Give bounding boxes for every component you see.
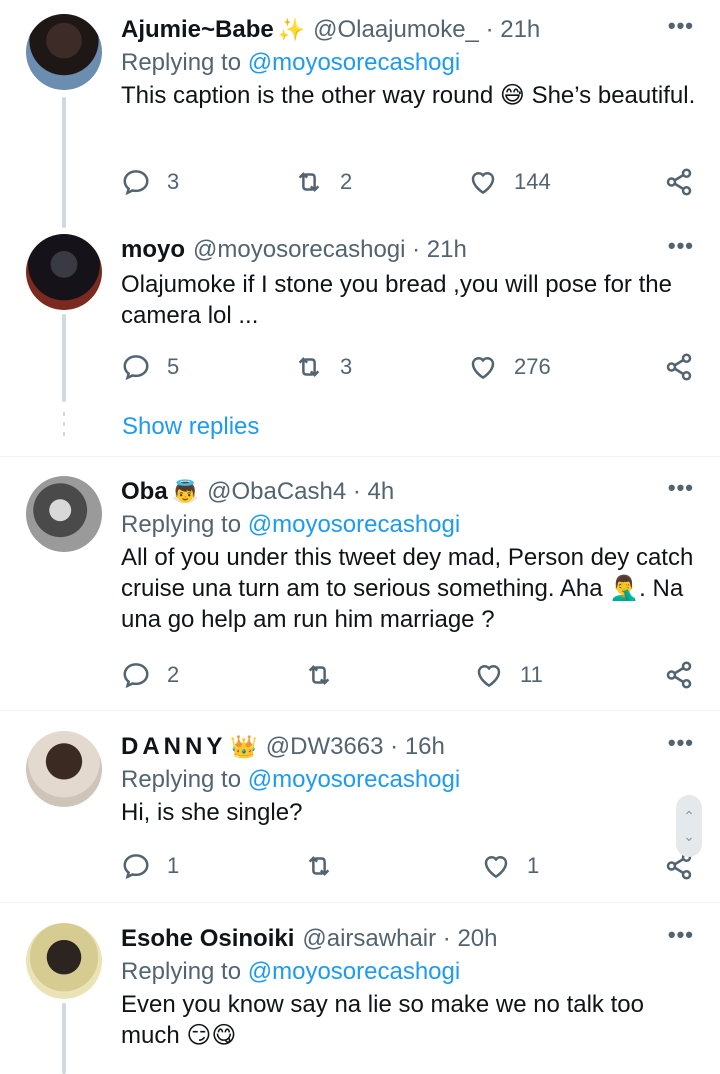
reply-tweet-4[interactable]: DANNY 👑 @DW3663 · 16h ••• Replying to @m… — [0, 711, 720, 903]
mention-link[interactable]: @moyosorecashogi — [248, 511, 460, 538]
retweet-button[interactable]: 2 — [294, 165, 352, 199]
reply-icon — [121, 660, 151, 690]
scroll-control[interactable]: ⌃ ⌄ — [676, 795, 702, 857]
replying-to: Replying to @moyosorecashogi — [121, 511, 461, 538]
handle-and-time[interactable]: @ObaCash4 · 4h — [207, 478, 394, 506]
share-icon — [664, 167, 694, 197]
heart-icon — [474, 660, 504, 690]
handle-and-time[interactable]: @DW3663 · 16h — [266, 733, 445, 761]
like-button[interactable]: 144 — [468, 165, 551, 199]
reply-button[interactable]: 1 — [121, 849, 179, 883]
handle-and-time[interactable]: @airsawhair · 20h — [302, 925, 497, 953]
avatar[interactable] — [26, 731, 102, 807]
more-icon[interactable]: ••• — [668, 477, 694, 499]
retweet-icon — [304, 660, 334, 690]
yum-emoji: 😋 — [211, 1022, 237, 1049]
share-button[interactable] — [664, 350, 694, 384]
tweet-text: Olajumoke if I stone you bread ,you will… — [121, 271, 672, 329]
display-name[interactable]: moyo — [121, 236, 185, 264]
reply-icon — [121, 167, 151, 197]
share-icon — [664, 660, 694, 690]
reply-tweet-3[interactable]: Oba 👼 @ObaCash4 · 4h ••• Replying to @mo… — [0, 457, 720, 711]
reply-button[interactable]: 2 — [121, 658, 179, 692]
handle-and-time[interactable]: @Olaajumoke_ · 21h — [313, 16, 540, 44]
display-name[interactable]: DANNY — [121, 733, 226, 761]
retweet-icon — [294, 167, 324, 197]
tweet-text: All of you under this tweet dey mad, Per… — [121, 544, 694, 633]
sparkles-emoji: ✨ — [277, 17, 306, 42]
retweet-icon — [294, 352, 324, 382]
share-icon — [664, 352, 694, 382]
retweet-button[interactable] — [304, 658, 350, 692]
share-button[interactable] — [664, 165, 694, 199]
avatar[interactable] — [26, 923, 102, 999]
retweet-button[interactable] — [304, 849, 350, 883]
smirk-emoji: 😏 — [186, 1022, 212, 1049]
more-icon[interactable]: ••• — [668, 235, 694, 257]
display-name[interactable]: Esohe Osinoiki — [121, 925, 294, 953]
replying-to: Replying to @moyosorecashogi — [121, 766, 461, 793]
more-icon[interactable]: ••• — [668, 924, 694, 946]
mention-link[interactable]: @moyosorecashogi — [248, 766, 460, 793]
mention-link[interactable]: @moyosorecashogi — [248, 958, 460, 985]
like-button[interactable]: 276 — [468, 350, 551, 384]
facepalm-emoji: 🤦‍♂️ — [609, 575, 640, 602]
mention-link[interactable]: @moyosorecashogi — [248, 49, 460, 76]
tweet-text: This caption is the other way round 😅 Sh… — [121, 82, 696, 109]
heart-icon — [481, 851, 511, 881]
chevron-down-icon[interactable]: ⌄ — [683, 826, 695, 846]
reply-tweet-1[interactable]: Ajumie~Babe ✨ @Olaajumoke_ · 21h ••• Rep… — [0, 0, 720, 230]
chevron-up-icon[interactable]: ⌃ — [683, 806, 695, 826]
sweat-smile-emoji: 😅 — [499, 82, 525, 109]
like-button[interactable]: 11 — [474, 658, 543, 692]
tweet-text: Hi, is she single? — [121, 799, 303, 826]
retweet-icon — [304, 851, 334, 881]
crown-emoji: 👑 — [230, 734, 258, 759]
more-icon[interactable]: ••• — [668, 732, 694, 754]
like-button[interactable]: 1 — [481, 849, 539, 883]
avatar[interactable] — [26, 14, 102, 90]
reply-button[interactable]: 5 — [121, 350, 179, 384]
reply-icon — [121, 851, 151, 881]
heart-icon — [468, 352, 498, 382]
avatar[interactable] — [26, 476, 102, 552]
more-icon[interactable]: ••• — [668, 15, 694, 37]
thread-line — [62, 1003, 66, 1074]
tweet-text: Even you know say na lie so make we no t… — [121, 991, 644, 1049]
heart-icon — [468, 167, 498, 197]
display-name[interactable]: Ajumie~Babe — [121, 16, 274, 44]
show-replies-link[interactable]: Show replies — [122, 413, 259, 441]
retweet-button[interactable]: 3 — [294, 350, 352, 384]
angel-emoji: 👼 — [171, 479, 200, 504]
reply-tweet-2[interactable]: moyo @moyosorecashogi · 21h ••• Olajumok… — [0, 230, 720, 458]
share-button[interactable] — [664, 658, 694, 692]
thread-continuation-dots — [63, 412, 65, 442]
replying-to: Replying to @moyosorecashogi — [121, 49, 461, 76]
avatar[interactable] — [26, 234, 102, 310]
display-name[interactable]: Oba — [121, 478, 168, 506]
reply-tweet-5[interactable]: Esohe Osinoiki @airsawhair · 20h ••• Rep… — [0, 903, 720, 1074]
reply-button[interactable]: 3 — [121, 165, 179, 199]
reply-icon — [121, 352, 151, 382]
thread-line — [62, 97, 66, 228]
replying-to: Replying to @moyosorecashogi — [121, 958, 461, 985]
handle-and-time[interactable]: @moyosorecashogi · 21h — [193, 236, 467, 264]
